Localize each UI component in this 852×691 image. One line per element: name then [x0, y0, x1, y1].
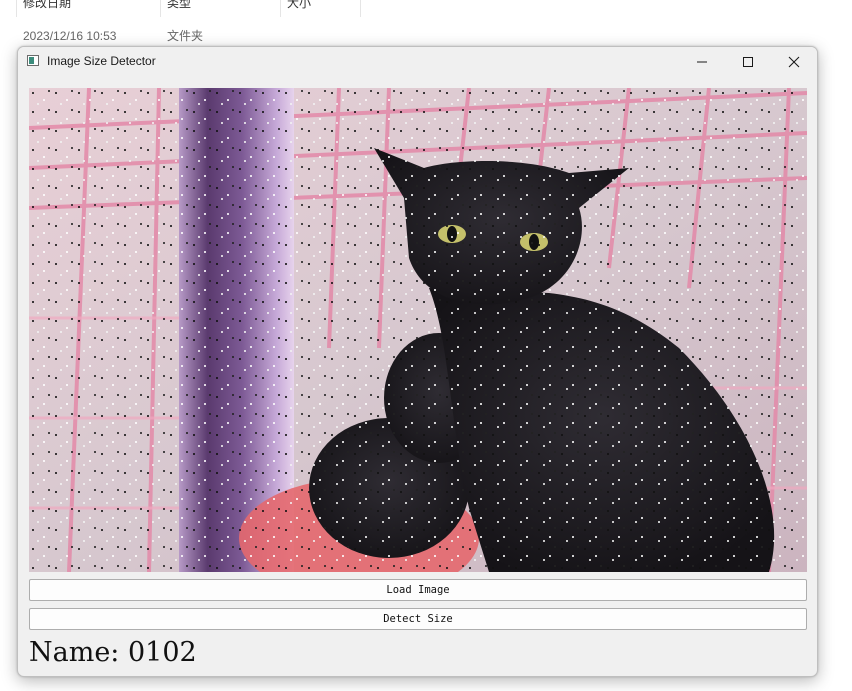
maximize-icon [743, 57, 753, 67]
close-button[interactable] [771, 47, 817, 77]
explorer-row-modified[interactable]: 2023/12/16 10:53 [23, 29, 116, 43]
column-separator [160, 0, 161, 17]
image-name-label: Name: 0102 [29, 637, 197, 668]
minimize-icon [697, 61, 707, 63]
detect-size-button[interactable]: Detect Size [29, 608, 807, 630]
column-separator [16, 0, 17, 17]
column-size[interactable]: 大小 [287, 0, 311, 16]
image-size-detector-window: Image Size Detector Load Image Detect Si… [17, 46, 818, 677]
column-separator [360, 0, 361, 17]
column-separator [280, 0, 281, 17]
app-window-icon [27, 55, 39, 66]
window-title: Image Size Detector [47, 54, 156, 68]
image-display [29, 88, 807, 572]
column-type[interactable]: 类型 [167, 0, 191, 16]
explorer-row-type[interactable]: 文件夹 [167, 29, 203, 43]
close-icon [788, 56, 800, 68]
column-modified-date[interactable]: 修改日期 [23, 0, 71, 16]
title-bar[interactable]: Image Size Detector [18, 47, 817, 77]
maximize-button[interactable] [725, 47, 771, 77]
explorer-column-header: 修改日期 类型 大小 [0, 0, 852, 17]
cat-photo [29, 88, 807, 572]
minimize-button[interactable] [679, 47, 725, 77]
load-image-button[interactable]: Load Image [29, 579, 807, 601]
